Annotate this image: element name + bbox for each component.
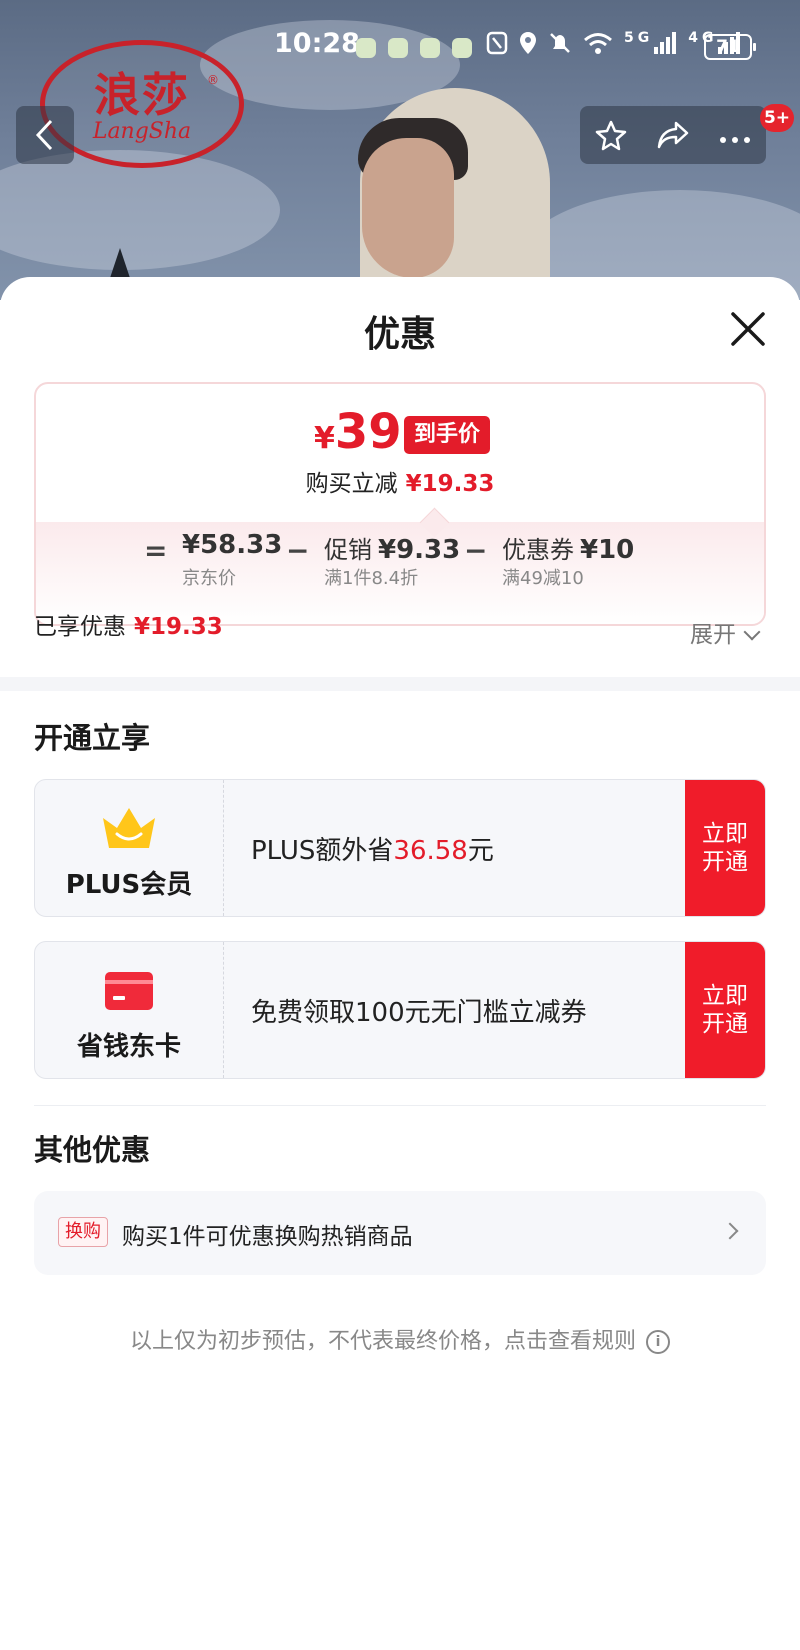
section-title-other: 其他优惠: [34, 1133, 151, 1167]
plus-member-desc: PLUS额外省36.58元: [251, 836, 494, 866]
notification-icon: [420, 38, 440, 58]
mute-bell-icon: [550, 33, 570, 53]
price-breakdown-card: ¥39 到手价 购买立减 ¥19.33 = ¥58.33 京东价 − 促销 ¥9.3…: [34, 382, 766, 626]
chevron-right-icon: [721, 1222, 739, 1240]
status-time: 10:28: [274, 28, 360, 59]
section-title-open: 开通立享: [34, 721, 151, 755]
nfc-icon: [486, 31, 508, 55]
favorite-button[interactable]: [580, 106, 642, 164]
model-face: [362, 138, 454, 278]
crown-icon: [103, 808, 155, 848]
wifi-icon: [584, 33, 612, 54]
share-button[interactable]: [642, 106, 704, 164]
promo-condition: 满1件8.4折: [324, 568, 419, 589]
notification-icon: [452, 38, 472, 58]
coupon-condition: 满49减10: [502, 568, 584, 589]
share-icon: [657, 121, 689, 149]
notification-icon: [388, 38, 408, 58]
final-price: ¥39: [314, 404, 402, 460]
battery-indicator: 71: [704, 34, 756, 60]
coupon-amount: 优惠券 ¥10: [502, 535, 635, 565]
more-icon: [720, 137, 750, 143]
signal-icon: [654, 32, 677, 54]
plus-member-name: PLUS会员: [65, 870, 193, 900]
saving-card-open-button[interactable]: 立即开通: [685, 942, 765, 1078]
notification-icon: [356, 38, 376, 58]
swap-offer-text: 购买1件可优惠换购热销商品: [122, 1224, 413, 1250]
instant-cut: 购买立减 ¥19.33: [305, 471, 495, 497]
star-icon: [595, 120, 627, 151]
saving-card-name: 省钱东卡: [76, 1032, 181, 1062]
discount-sheet: 优惠 ¥39 到手价 购买立减 ¥19.33 = ¥58.33 京东价 − 促销 ¥…: [0, 277, 800, 1650]
close-icon: [731, 312, 765, 346]
section-divider: [0, 677, 800, 691]
back-button[interactable]: [16, 106, 74, 164]
info-icon: i: [646, 1330, 670, 1354]
location-icon: [520, 32, 536, 54]
swap-tag: 换购: [58, 1217, 108, 1247]
cart-badge: 5+: [760, 104, 794, 132]
card-icon: [105, 972, 153, 1010]
more-button[interactable]: [704, 106, 766, 164]
plus-open-button[interactable]: 立即开通: [685, 780, 765, 916]
chevron-down-icon: [743, 623, 761, 641]
close-button[interactable]: [728, 309, 768, 349]
jd-price: ¥58.33: [182, 530, 283, 560]
final-price-tag: 到手价: [404, 416, 491, 454]
chevron-left-icon: [35, 119, 53, 151]
status-bar: 10:28 5G 4G 71: [0, 24, 800, 68]
rules-disclaimer[interactable]: 以上仅为初步预估，不代表最终价格，点击查看规则 i: [0, 1323, 800, 1356]
section-divider: [34, 1105, 766, 1106]
saving-card-offer: 省钱东卡 免费领取100元无门槛立减券 立即开通: [34, 941, 766, 1079]
sheet-title: 优惠: [363, 314, 436, 355]
top-action-group: [580, 106, 766, 164]
promo-amount: 促销 ¥9.33: [324, 535, 461, 565]
swap-offer-row[interactable]: 换购 购买1件可优惠换购热销商品: [34, 1191, 766, 1275]
enjoyed-discount: 已享优惠 ¥19.33: [34, 614, 223, 640]
plus-member-card: PLUS会员 PLUS额外省36.58元 立即开通: [34, 779, 766, 917]
saving-card-desc: 免费领取100元无门槛立减券: [251, 998, 587, 1028]
expand-toggle[interactable]: 展开: [690, 615, 761, 649]
jd-price-label: 京东价: [182, 568, 236, 589]
